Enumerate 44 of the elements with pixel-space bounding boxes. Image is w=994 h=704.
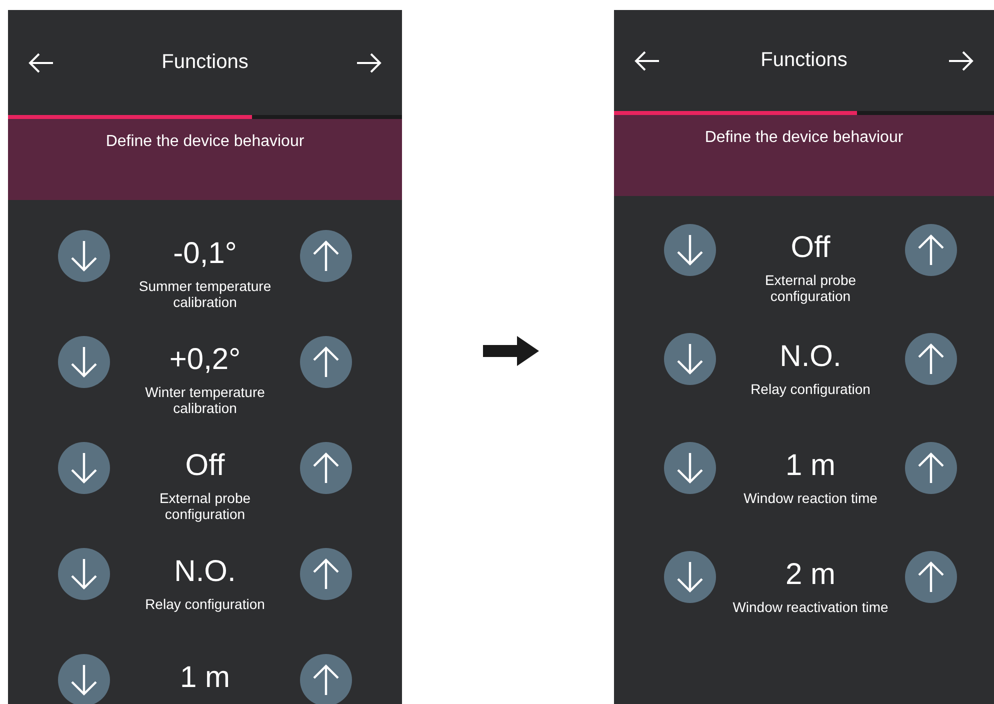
back-arrow-icon[interactable] (28, 52, 54, 74)
setting-value: Off (185, 448, 225, 484)
up-arrow-button[interactable] (300, 230, 352, 282)
setting-label: Window reaction time (744, 490, 878, 506)
setting-value: +0,2° (169, 342, 241, 378)
forward-arrow-icon[interactable] (356, 52, 382, 74)
up-arrow-button[interactable] (905, 551, 957, 603)
screen-title: Functions (162, 51, 248, 74)
setting-value: N.O. (780, 339, 842, 375)
down-arrow-button[interactable] (58, 336, 110, 388)
setting-value: -0,1° (173, 236, 237, 272)
setting-value: 1 m (785, 448, 836, 484)
down-arrow-button[interactable] (58, 442, 110, 494)
setting-label: Relay configuration (750, 381, 870, 397)
subtitle: Define the device behaviour (106, 133, 304, 152)
down-arrow-button[interactable] (664, 333, 716, 385)
setting-value: N.O. (174, 554, 236, 590)
setting-label: External probe configuration (158, 490, 252, 522)
up-arrow-button[interactable] (905, 442, 957, 494)
right-arrow-icon (483, 336, 539, 366)
forward-arrow-icon[interactable] (948, 50, 974, 72)
setting-label: Winter temperature calibration (144, 384, 266, 416)
screen-title: Functions (760, 49, 848, 72)
down-arrow-button[interactable] (58, 230, 110, 282)
up-arrow-button[interactable] (905, 224, 957, 276)
up-arrow-button[interactable] (300, 548, 352, 600)
setting-label: Summer temperature calibration (138, 278, 272, 310)
down-arrow-button[interactable] (664, 442, 716, 494)
down-arrow-button[interactable] (58, 654, 110, 704)
down-arrow-button[interactable] (664, 224, 716, 276)
up-arrow-button[interactable] (905, 333, 957, 385)
setting-value: 1 m (180, 660, 230, 696)
setting-label: Relay configuration (145, 596, 265, 612)
setting-value: 2 m (785, 557, 836, 593)
setting-value: Off (790, 230, 830, 266)
down-arrow-button[interactable] (58, 548, 110, 600)
down-arrow-button[interactable] (664, 551, 716, 603)
up-arrow-button[interactable] (300, 654, 352, 704)
back-arrow-icon[interactable] (634, 50, 660, 72)
subtitle: Define the device behaviour (704, 129, 904, 148)
up-arrow-button[interactable] (300, 336, 352, 388)
setting-label: External probe configuration (764, 272, 858, 304)
up-arrow-button[interactable] (300, 442, 352, 494)
setting-label: Window reactivation time (732, 599, 888, 615)
